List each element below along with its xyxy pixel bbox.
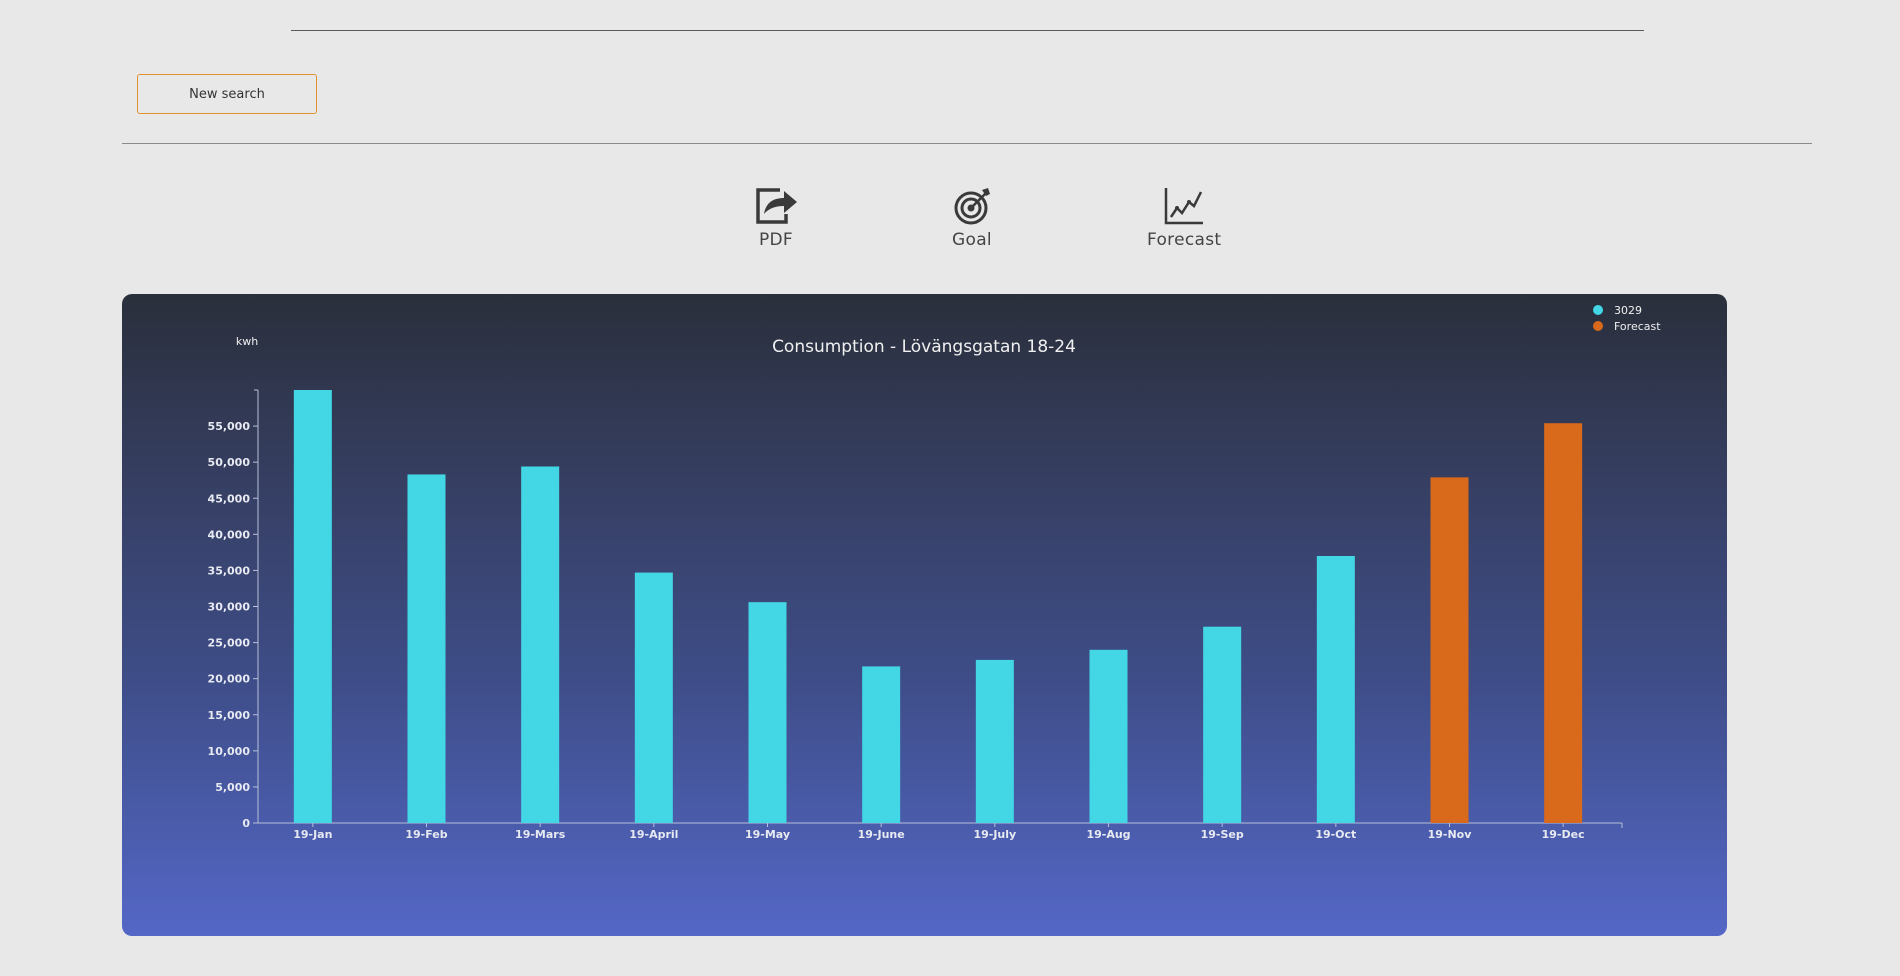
y-tick-label: 45,000 <box>208 492 251 505</box>
legend-swatch <box>1593 305 1603 315</box>
x-tick-label: 19-June <box>858 828 905 841</box>
y-tick-label: 10,000 <box>208 745 251 758</box>
goal-button[interactable]: Goal <box>952 186 992 250</box>
pdf-label: PDF <box>758 230 794 250</box>
new-search-button[interactable]: New search <box>137 74 317 114</box>
x-tick-label: 19-Oct <box>1315 828 1356 841</box>
x-tick-label: 19-Dec <box>1542 828 1585 841</box>
y-tick-label: 35,000 <box>208 564 251 577</box>
y-tick-label: 30,000 <box>208 601 251 614</box>
y-tick-label: 55,000 <box>208 420 251 433</box>
consumption-bar-chart: Consumption - Lövängsgatan 18-24 kwh 0 5,… <box>208 304 1662 841</box>
x-tick-label: 19-Jan <box>293 828 332 841</box>
forecast-bar <box>1544 423 1583 823</box>
x-tick-label: 19-July <box>973 828 1016 841</box>
y-tick-label: 15,000 <box>208 709 251 722</box>
y-tick-label: 20,000 <box>208 673 251 686</box>
y-axis-label: kwh <box>236 335 258 348</box>
consumption-bar <box>1203 626 1242 823</box>
consumption-chart-card: Consumption - Lövängsgatan 18-24 kwh 0 5,… <box>122 294 1727 936</box>
pdf-export-icon <box>756 188 797 224</box>
y-tick-label: 40,000 <box>208 528 251 541</box>
x-tick-label: 19-April <box>629 828 678 841</box>
consumption-bar <box>407 474 446 823</box>
y-tick-label: 25,000 <box>208 637 251 650</box>
consumption-bar <box>862 666 901 823</box>
y-tick-label: 50,000 <box>208 456 251 469</box>
consumption-bar <box>1089 649 1128 823</box>
trend-chart-icon <box>1164 188 1204 225</box>
consumption-bar <box>748 602 787 823</box>
legend-label: 3029 <box>1614 304 1642 317</box>
legend-label: Forecast <box>1614 320 1661 333</box>
consumption-bar <box>1316 555 1355 823</box>
chart-title: Consumption - Lövängsgatan 18-24 <box>772 337 1076 357</box>
consumption-bar <box>634 572 673 823</box>
consumption-bar <box>521 466 560 823</box>
x-tick-label: 19-Feb <box>405 828 447 841</box>
goal-label: Goal <box>952 230 992 250</box>
x-tick-label: 19-May <box>745 828 790 841</box>
forecast-button[interactable]: Forecast <box>1147 186 1221 250</box>
x-tick-label: 19-Nov <box>1428 828 1473 841</box>
forecast-bar <box>1430 477 1469 823</box>
legend-swatch <box>1593 321 1603 331</box>
consumption-bar <box>975 659 1014 823</box>
x-tick-label: 19-Sep <box>1201 828 1244 841</box>
y-tick-label: 5,000 <box>215 781 250 794</box>
top-divider <box>291 30 1644 31</box>
forecast-label: Forecast <box>1147 230 1222 250</box>
x-tick-label: 19-Mars <box>515 828 566 841</box>
x-tick-label: 19-Aug <box>1086 828 1130 841</box>
consumption-bar <box>293 390 332 823</box>
y-tick-label: 0 <box>242 817 250 830</box>
pdf-button[interactable]: PDF <box>752 186 800 250</box>
section-divider <box>122 143 1812 144</box>
target-icon <box>954 188 990 225</box>
